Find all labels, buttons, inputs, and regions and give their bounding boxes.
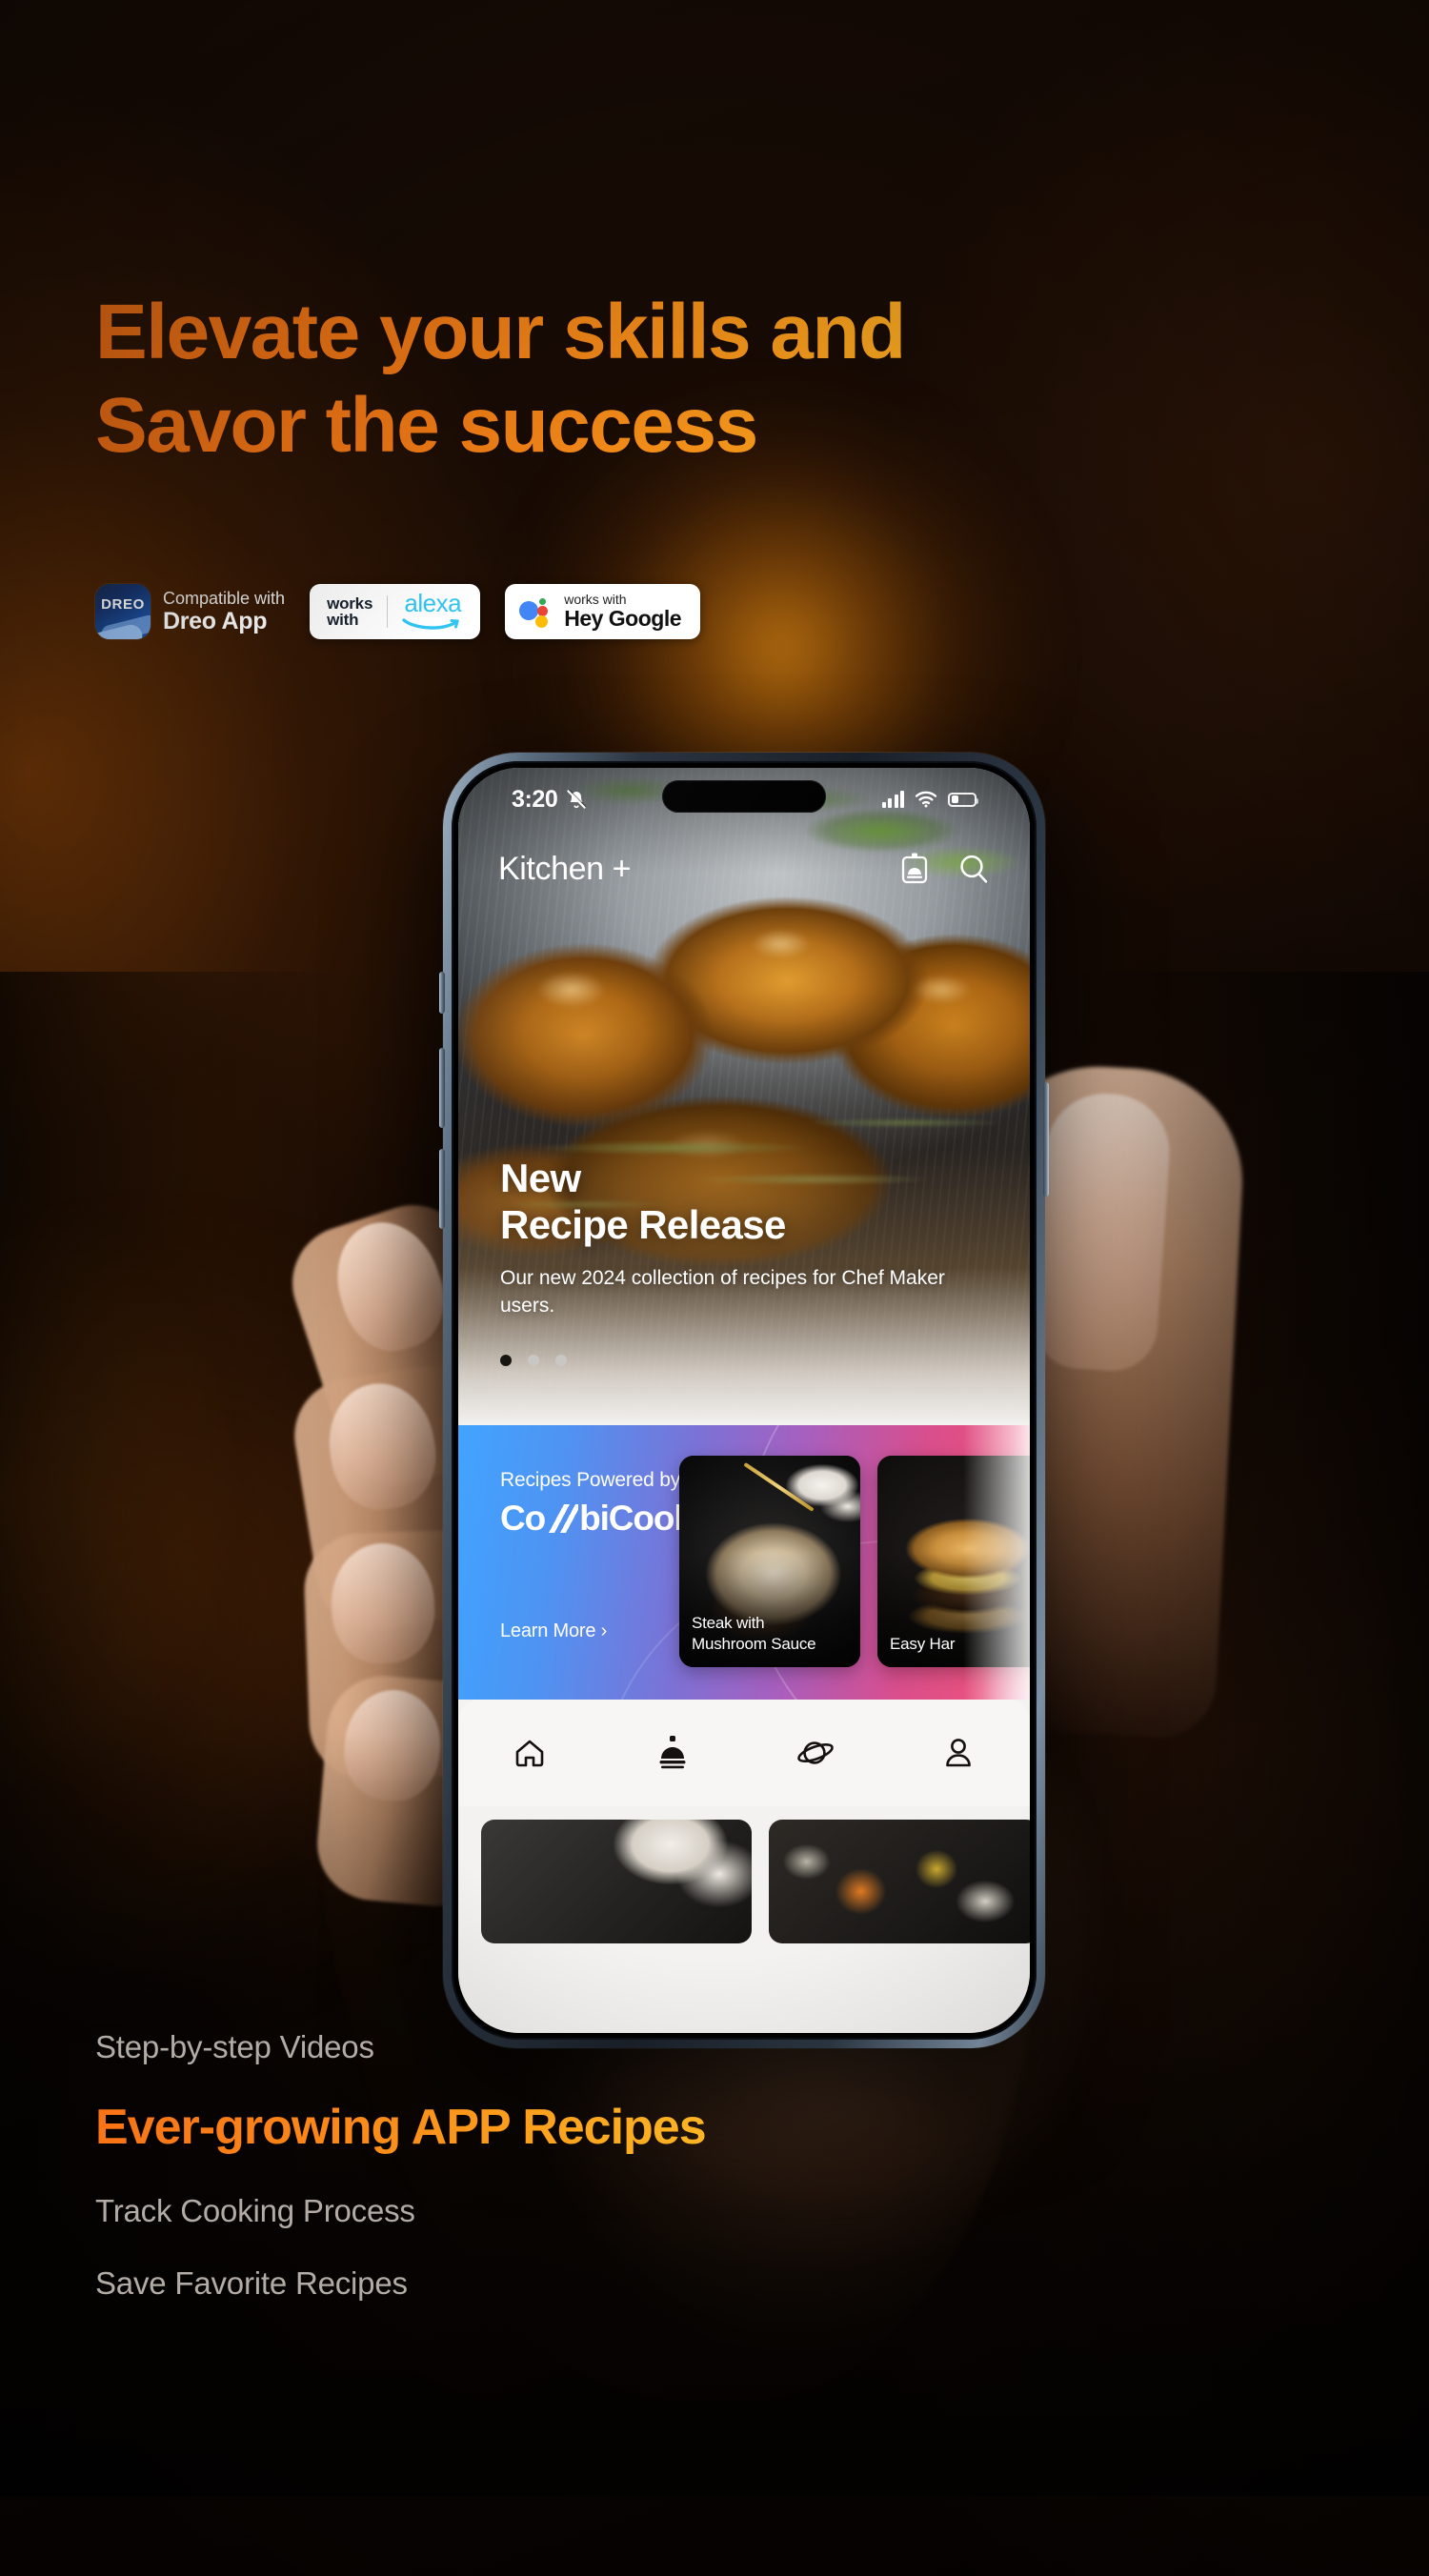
feature-item-track: Track Cooking Process [95,2193,415,2229]
planet-icon [797,1741,834,1764]
hero-title-line-2: Recipe Release [500,1201,786,1247]
status-bar-right [881,791,978,808]
status-bar-left: 3:20 [512,786,588,814]
status-time: 3:20 [512,785,558,813]
home-icon [515,1740,544,1767]
poster-stage: Elevate your skills and Savor the succes… [0,0,1429,2576]
search-icon[interactable] [957,853,990,885]
hero-title-line-1: New [500,1155,581,1200]
battery-icon [948,792,978,807]
bell-slash-icon [567,789,587,809]
feature-highlight: Ever-growing APP Recipes [95,2100,876,2155]
feature-list: Step-by-step Videos Ever-growing APP Rec… [95,2029,876,2302]
feature-item-save: Save Favorite Recipes [95,2265,408,2302]
app-header: Kitchen + [458,835,1030,903]
cooker-icon[interactable] [898,852,931,886]
app-title: Kitchen + [498,850,632,887]
dynamic-island [662,780,826,813]
person-icon [946,1739,971,1767]
tab-profile[interactable] [887,1700,1030,1806]
carousel-dot-3[interactable] [555,1355,567,1366]
tab-home[interactable] [458,1700,601,1806]
feature-item-videos: Step-by-step Videos [95,2029,374,2064]
hero-subtitle: Our new 2024 collection of recipes for C… [500,1267,945,1318]
cellular-signal-icon [881,791,904,808]
tab-recipes[interactable] [601,1700,744,1806]
bottom-tab-bar [458,1700,1030,1806]
hero-copy: New Recipe Release Our new 2024 collecti… [500,1155,988,1320]
carousel-dot-2[interactable] [528,1355,539,1366]
app-header-actions [898,852,990,886]
carousel-dot-1[interactable] [500,1355,512,1366]
cooker-icon [659,1736,686,1769]
feature-spacer [95,2229,876,2265]
hero-title: New Recipe Release [500,1155,988,1248]
wifi-icon [915,791,937,808]
hero-carousel-dots[interactable] [500,1355,567,1366]
tab-explore[interactable] [744,1700,887,1806]
